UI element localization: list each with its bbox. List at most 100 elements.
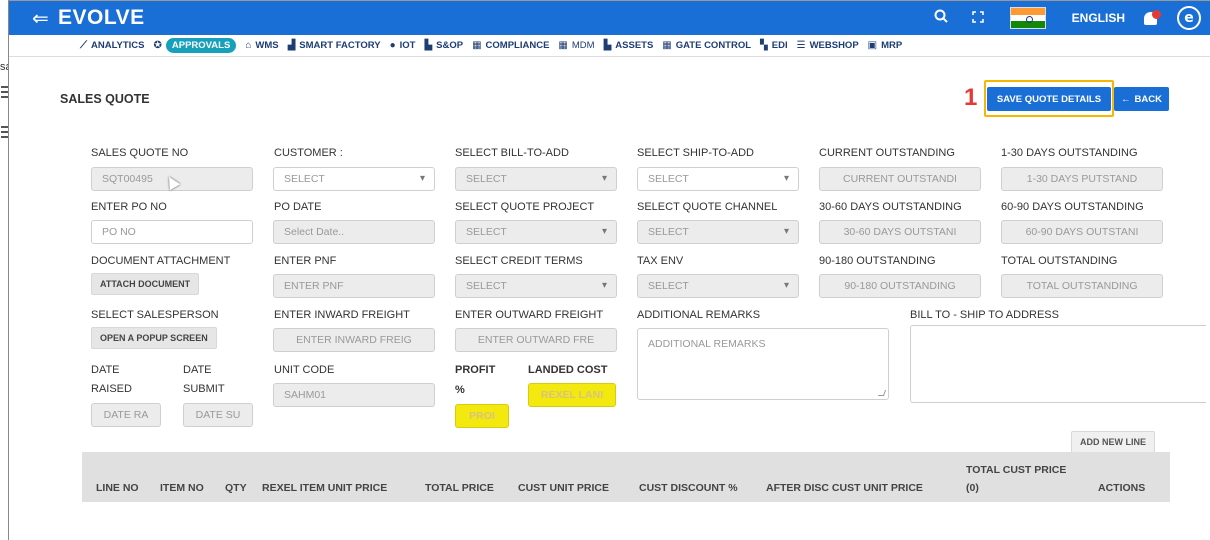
- open-popup-screen-button[interactable]: OPEN A POPUP SCREEN: [91, 327, 217, 349]
- days-90-180-outstanding-field: 90-180 OUTSTANDING: [819, 274, 981, 298]
- po-no-label: ENTER PO NO: [91, 201, 167, 213]
- th-actions: ACTIONS: [1098, 482, 1146, 494]
- date-raised-picker[interactable]: DATE RA: [91, 403, 161, 427]
- search-icon[interactable]: [934, 9, 948, 27]
- th-cust-discount: CUST DISCOUNT %: [639, 482, 738, 494]
- po-no-input[interactable]: PO NO: [91, 220, 253, 244]
- additional-remarks-label: ADDITIONAL REMARKS: [637, 309, 761, 321]
- bill-ship-address-label: BILL TO - SHIP TO ADDRESS: [910, 309, 1059, 321]
- module-compliance[interactable]: ▦ COMPLIANCE: [472, 40, 549, 51]
- days-30-60-outstanding-field: 30-60 DAYS OUTSTANI: [819, 220, 981, 244]
- date-submit-picker[interactable]: DATE SU: [183, 403, 253, 427]
- inward-freight-label: ENTER INWARD FREIGHT: [274, 309, 410, 321]
- bar-chart-icon: ▟: [287, 40, 296, 51]
- calculator-icon: ▦: [662, 40, 672, 51]
- customer-select[interactable]: SELECT: [273, 167, 435, 191]
- date-submit-label-line2: SUBMIT: [183, 383, 225, 395]
- unit-code-label: UNIT CODE: [274, 364, 335, 376]
- calculator-icon: ▦: [472, 40, 482, 51]
- total-outstanding-label: TOTAL OUTSTANDING: [1001, 255, 1118, 267]
- inward-freight-input[interactable]: ENTER INWARD FREIG: [273, 328, 435, 352]
- days-30-60-outstanding-label: 30-60 DAYS OUTSTANDING: [819, 201, 962, 213]
- days-60-90-outstanding-label: 60-90 DAYS OUTSTANDING: [1001, 201, 1144, 213]
- landed-cost-input[interactable]: REXEL LANI: [528, 383, 616, 407]
- save-quote-details-button[interactable]: SAVE QUOTE DETAILS: [987, 87, 1111, 111]
- calculator-icon: ▦: [558, 40, 568, 51]
- bill-ship-address-box: [910, 325, 1206, 403]
- date-raised-label-line2: RAISED: [91, 383, 132, 395]
- back-button[interactable]: ← BACK: [1114, 87, 1169, 111]
- credit-terms-select[interactable]: SELECT: [455, 274, 617, 298]
- attach-document-button[interactable]: ATTACH DOCUMENT: [91, 273, 200, 295]
- back-button-label: BACK: [1134, 93, 1162, 105]
- th-rexel-item-unit-price: REXEL ITEM UNIT PRICE: [262, 482, 388, 494]
- module-edi[interactable]: ▚ EDI: [760, 40, 788, 51]
- th-line-no: LINE NO: [96, 482, 139, 494]
- tax-env-select[interactable]: SELECT: [637, 274, 799, 298]
- module-mrp[interactable]: ▣ MRP: [868, 40, 903, 51]
- callout-number: 1: [964, 84, 978, 111]
- days-1-30-outstanding-label: 1-30 DAYS OUTSTANDING: [1001, 147, 1138, 159]
- th-total-price: TOTAL PRICE: [425, 482, 494, 494]
- document-icon: ▙: [603, 40, 612, 51]
- top-bar-actions: ENGLISH e: [934, 1, 1210, 35]
- collapse-arrow-icon[interactable]: ⇐: [32, 6, 50, 31]
- module-sop[interactable]: ▙ S&OP: [424, 40, 463, 51]
- unit-code-field: SAHM01: [273, 383, 435, 407]
- gear-check-icon: ✪: [153, 40, 162, 51]
- total-outstanding-field: TOTAL OUTSTANDING: [1001, 274, 1163, 298]
- language-selector[interactable]: ENGLISH: [1072, 11, 1125, 25]
- brand-logo: EVOLVE: [58, 6, 145, 29]
- quote-channel-label: SELECT QUOTE CHANNEL: [637, 201, 778, 213]
- module-wms[interactable]: ⌂ WMS: [245, 40, 278, 51]
- date-submit-label-line1: DATE: [183, 364, 212, 376]
- module-smart-factory[interactable]: ▟ SMART FACTORY: [288, 40, 381, 51]
- quote-project-label: SELECT QUOTE PROJECT: [455, 201, 595, 213]
- add-new-line-button[interactable]: ADD NEW LINE: [1071, 431, 1155, 453]
- document-attachment-label: DOCUMENT ATTACHMENT: [91, 255, 231, 267]
- notification-bell-icon[interactable]: [1143, 9, 1161, 27]
- monitor-icon: ▣: [867, 40, 878, 51]
- pnf-input[interactable]: ENTER PNF: [273, 274, 435, 298]
- arrow-left-icon: ←: [1121, 93, 1131, 105]
- th-total-cust-price-count: (0): [966, 482, 979, 494]
- ship-to-add-label: SELECT SHIP-TO-ADD: [637, 147, 754, 159]
- additional-remarks-textarea[interactable]: ADDITIONAL REMARKS: [637, 328, 889, 400]
- current-outstanding-field: CURRENT OUTSTANDI: [819, 167, 981, 191]
- list-icon: ☰: [796, 40, 806, 51]
- bill-to-add-label: SELECT BILL-TO-ADD: [455, 147, 569, 159]
- document-icon: ▙: [424, 40, 433, 51]
- fullscreen-icon[interactable]: [971, 10, 984, 27]
- days-60-90-outstanding-field: 60-90 DAYS OUTSTANI: [1001, 220, 1163, 244]
- module-mdm[interactable]: ▦ MDM: [558, 40, 594, 51]
- outward-freight-input[interactable]: ENTER OUTWARD FRE: [455, 328, 617, 352]
- module-gate-control[interactable]: ▦ GATE CONTROL: [662, 40, 751, 51]
- profit-input[interactable]: PROI: [455, 404, 509, 428]
- date-raised-label-line1: DATE: [91, 364, 120, 376]
- quote-project-select[interactable]: SELECT: [455, 220, 617, 244]
- outward-freight-label: ENTER OUTWARD FREIGHT: [455, 309, 604, 321]
- warehouse-icon: ⌂: [245, 40, 252, 51]
- module-iot[interactable]: ● IOT: [390, 40, 416, 51]
- ship-to-add-select[interactable]: SELECT: [637, 167, 799, 191]
- th-total-cust-price: TOTAL CUST PRICE: [966, 464, 1067, 476]
- quote-channel-select[interactable]: SELECT: [637, 220, 799, 244]
- salesperson-label: SELECT SALESPERSON: [91, 309, 219, 321]
- module-approvals[interactable]: ✪ APPROVALS: [154, 38, 237, 53]
- days-1-30-outstanding-field: 1-30 DAYS PUTSTAND: [1001, 167, 1163, 191]
- th-after-disc-cust-unit-price: AFTER DISC CUST UNIT PRICE: [766, 482, 923, 494]
- po-date-picker[interactable]: Select Date..: [273, 220, 435, 244]
- user-avatar-icon[interactable]: e: [1177, 6, 1201, 30]
- module-analytics[interactable]: ⟋ ANALYTICS: [80, 40, 145, 51]
- line-items-table-header: LINE NO ITEM NO QTY REXEL ITEM UNIT PRIC…: [82, 452, 1170, 502]
- th-item-no: ITEM NO: [160, 482, 204, 494]
- bill-to-add-select[interactable]: SELECT: [455, 167, 617, 191]
- india-flag-icon[interactable]: [1009, 7, 1046, 29]
- credit-terms-label: SELECT CREDIT TERMS: [455, 255, 583, 267]
- tax-env-label: TAX ENV: [637, 255, 684, 267]
- module-webshop[interactable]: ☰ WEBSHOP: [797, 40, 859, 51]
- resize-handle-icon[interactable]: [877, 390, 887, 396]
- page-title: SALES QUOTE: [60, 92, 150, 106]
- module-assets[interactable]: ▙ ASSETS: [604, 40, 654, 51]
- grid-icon: ▚: [760, 40, 768, 51]
